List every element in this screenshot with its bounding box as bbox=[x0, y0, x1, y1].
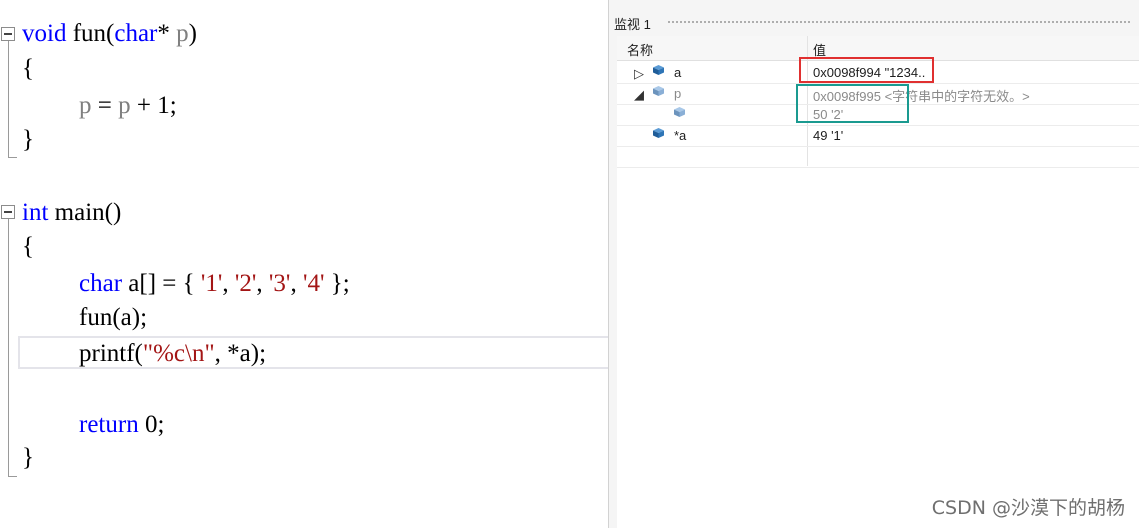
code-text: , *a); bbox=[214, 340, 267, 367]
expand-icon[interactable]: ▷ bbox=[634, 66, 644, 82]
code-line-5[interactable]: int main() bbox=[22, 195, 121, 230]
watch-value[interactable]: 49 '1' bbox=[813, 128, 843, 143]
watch-name: p bbox=[674, 86, 682, 101]
code-text: } bbox=[22, 126, 34, 153]
code-editor[interactable]: void fun(char* p) { p = p + 1; } int mai… bbox=[0, 0, 618, 528]
code-line-4[interactable]: } bbox=[22, 122, 34, 157]
code-text: , bbox=[290, 270, 303, 297]
code-line-1[interactable]: void fun(char* p) bbox=[22, 16, 197, 51]
fold-end-main bbox=[8, 476, 17, 477]
code-line-9[interactable]: printf("%c\n", *a); bbox=[79, 336, 266, 371]
code-line-10[interactable]: return 0; bbox=[79, 407, 164, 442]
code-text: * bbox=[157, 20, 177, 47]
char-literal: '4' bbox=[302, 270, 325, 297]
watch-window[interactable]: 监视 1 名称 值 ▷ a 0x0098f994 "1234.. ◢ p 0x0… bbox=[608, 0, 1139, 528]
code-text: }; bbox=[324, 270, 350, 297]
code-text: { bbox=[22, 55, 34, 82]
code-line-6[interactable]: { bbox=[22, 229, 34, 264]
char-literal: '1' bbox=[200, 270, 223, 297]
code-text: + 1; bbox=[130, 92, 177, 119]
code-text: fun( bbox=[66, 20, 115, 47]
annotation-box-teal bbox=[796, 84, 909, 123]
fold-guide-fun bbox=[8, 41, 9, 157]
code-text: { bbox=[22, 233, 34, 260]
watermark: CSDN @沙漠下的胡杨 bbox=[931, 497, 1125, 519]
param-p: p bbox=[176, 20, 189, 47]
watch-title: 监视 1 bbox=[614, 17, 651, 32]
code-line-3[interactable]: p = p + 1; bbox=[79, 88, 177, 123]
code-text: main() bbox=[48, 199, 122, 226]
code-line-11[interactable]: } bbox=[22, 440, 34, 475]
collapse-fun-icon[interactable] bbox=[1, 27, 15, 41]
annotation-box-red bbox=[799, 57, 934, 83]
watch-name: *a bbox=[674, 128, 687, 143]
code-text: fun(a); bbox=[79, 304, 148, 331]
param-p: p bbox=[118, 92, 131, 119]
code-text: = bbox=[91, 92, 119, 119]
keyword-void: void bbox=[22, 20, 67, 47]
watch-row-empty[interactable] bbox=[617, 146, 1139, 168]
code-line-8[interactable]: fun(a); bbox=[79, 300, 147, 335]
code-text: a[] = { bbox=[122, 270, 201, 297]
variable-cube-icon bbox=[653, 86, 664, 96]
watch-row-deref-a[interactable]: *a 49 '1' bbox=[617, 125, 1139, 147]
fold-guide-main bbox=[8, 219, 9, 476]
variable-cube-icon bbox=[653, 65, 664, 75]
keyword-int: int bbox=[22, 199, 49, 226]
fold-end-fun bbox=[8, 157, 17, 158]
collapse-icon[interactable]: ◢ bbox=[634, 87, 644, 103]
code-text: , bbox=[222, 270, 235, 297]
keyword-char: char bbox=[79, 270, 123, 297]
column-name-header[interactable]: 名称 bbox=[627, 40, 653, 59]
keyword-return: return bbox=[79, 411, 139, 438]
code-line-2[interactable]: { bbox=[22, 51, 34, 86]
variable-cube-icon bbox=[674, 107, 685, 117]
code-line-7[interactable]: char a[] = { '1', '2', '3', '4' }; bbox=[79, 266, 350, 301]
watch-name: a bbox=[674, 65, 682, 80]
char-literal: '2' bbox=[234, 270, 257, 297]
code-text: 0; bbox=[138, 411, 165, 438]
code-text: ) bbox=[188, 20, 197, 47]
watch-title-bar[interactable]: 监视 1 bbox=[609, 10, 1139, 34]
dock-grip[interactable] bbox=[667, 20, 1132, 25]
char-literal: '3' bbox=[268, 270, 291, 297]
string-literal: "%c\n" bbox=[142, 340, 215, 367]
collapse-main-icon[interactable] bbox=[1, 205, 15, 219]
variable-cube-icon bbox=[653, 128, 664, 138]
param-p: p bbox=[79, 92, 92, 119]
code-text: , bbox=[256, 270, 269, 297]
code-text: } bbox=[22, 444, 34, 471]
code-text: printf( bbox=[79, 340, 143, 367]
keyword-char: char bbox=[114, 20, 158, 47]
